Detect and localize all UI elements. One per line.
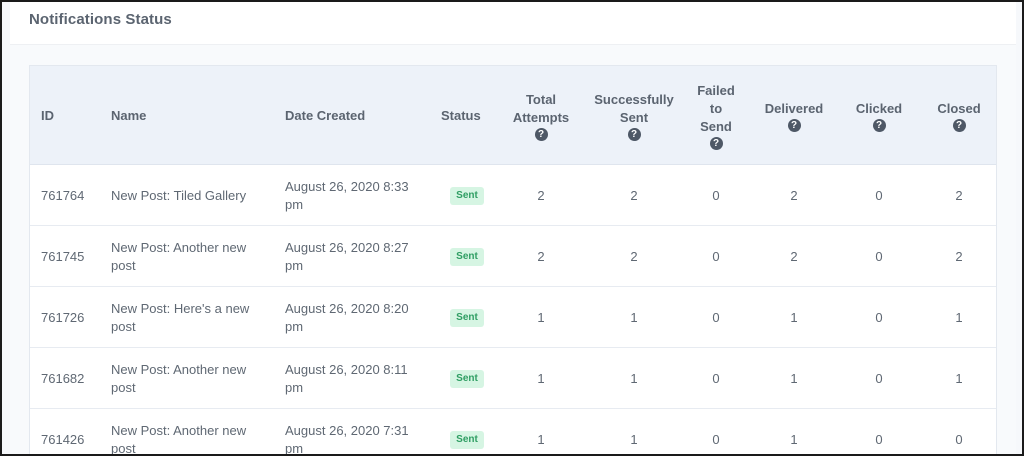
cell-name[interactable]: New Post: Another new post [111, 348, 271, 409]
cell-closed: 0 [955, 431, 963, 447]
cell-successfully-sent: 1 [630, 309, 638, 325]
cell-name[interactable]: New Post: Tiled Gallery [111, 165, 271, 226]
col-header-total-attempts[interactable]: Total Attempts ? [502, 66, 580, 165]
col-header-delivered[interactable]: Delivered ? [754, 66, 834, 165]
question-circle-icon[interactable]: ? [872, 118, 886, 132]
cell-clicked: 0 [875, 248, 883, 264]
question-circle-icon[interactable]: ? [709, 136, 723, 150]
panel-title: Notifications Status [29, 11, 172, 28]
cell-id: 761726 [41, 309, 85, 325]
question-circle-icon[interactable]: ? [787, 118, 801, 132]
table-row[interactable]: 761726 New Post: Here's a new post August… [30, 287, 996, 348]
cell-total-attempts: 1 [537, 309, 545, 325]
cell-status: Sent [441, 348, 493, 409]
cell-failed: 0 [712, 187, 720, 203]
cell-successfully-sent: 1 [630, 370, 638, 386]
cell-failed: 0 [712, 248, 720, 264]
col-header-date-created[interactable]: Date Created [285, 66, 435, 165]
cell-delivered: 1 [790, 431, 798, 447]
cell-total-attempts: 1 [537, 431, 545, 447]
status-badge: Sent [450, 247, 484, 266]
col-header-successfully-sent[interactable]: Successfully Sent ? [586, 66, 682, 165]
table-row[interactable]: 761745 New Post: Another new post August … [30, 226, 996, 287]
cell-name[interactable]: New Post: Another new post [111, 226, 271, 287]
cell-date: August 26, 2020 8:27 pm [285, 239, 409, 273]
cell-successfully-sent: 2 [630, 248, 638, 264]
cell-failed: 0 [712, 370, 720, 386]
cell-total-attempts: 2 [537, 187, 545, 203]
table-row[interactable]: 761682 New Post: Another new post August … [30, 348, 996, 409]
status-badge: Sent [450, 369, 484, 388]
col-header-closed[interactable]: Closed ? [924, 66, 994, 165]
panel-body: ID Name Date Created Status Total Attemp… [10, 45, 1016, 456]
question-circle-icon[interactable]: ? [952, 118, 966, 132]
cell-date: August 26, 2020 8:33 pm [285, 178, 409, 212]
notifications-status-panel: Notifications Status ID Name Date Create… [10, 0, 1016, 456]
status-badge: Sent [450, 186, 484, 205]
cell-closed: 2 [955, 187, 963, 203]
cell-status: Sent [441, 409, 493, 456]
cell-status: Sent [441, 226, 493, 287]
cell-failed: 0 [712, 309, 720, 325]
question-circle-icon[interactable]: ? [627, 127, 641, 141]
cell-successfully-sent: 1 [630, 431, 638, 447]
table-row[interactable]: 761764 New Post: Tiled Gallery August 26… [30, 165, 996, 226]
cell-date: August 26, 2020 7:31 pm [285, 422, 409, 456]
notifications-table: ID Name Date Created Status Total Attemp… [29, 65, 997, 456]
cell-id: 761682 [41, 370, 85, 386]
cell-delivered: 2 [790, 187, 798, 203]
cell-name[interactable]: New Post: Here's a new post [111, 287, 271, 348]
status-badge: Sent [450, 308, 484, 327]
cell-closed: 1 [955, 309, 963, 325]
col-header-id[interactable]: ID [41, 66, 101, 165]
cell-clicked: 0 [875, 187, 883, 203]
question-circle-icon[interactable]: ? [534, 127, 548, 141]
col-header-status[interactable]: Status [441, 66, 493, 165]
panel-header: Notifications Status [10, 0, 1016, 45]
cell-closed: 1 [955, 370, 963, 386]
cell-clicked: 0 [875, 309, 883, 325]
cell-status: Sent [441, 287, 493, 348]
table-row[interactable]: 761426 New Post: Another new post August … [30, 409, 996, 456]
cell-delivered: 2 [790, 248, 798, 264]
cell-id: 761426 [41, 431, 85, 447]
cell-failed: 0 [712, 431, 720, 447]
cell-id: 761745 [41, 248, 85, 264]
cell-total-attempts: 2 [537, 248, 545, 264]
table-header: ID Name Date Created Status Total Attemp… [30, 66, 996, 165]
cell-clicked: 0 [875, 370, 883, 386]
cell-name[interactable]: New Post: Another new post [111, 409, 271, 456]
cell-delivered: 1 [790, 370, 798, 386]
col-header-failed-to-send[interactable]: Failed to Send ? [686, 66, 746, 165]
cell-date: August 26, 2020 8:20 pm [285, 300, 409, 334]
cell-delivered: 1 [790, 309, 798, 325]
cell-date: August 26, 2020 8:11 pm [285, 361, 408, 395]
cell-clicked: 0 [875, 431, 883, 447]
col-header-name[interactable]: Name [111, 66, 271, 165]
status-badge: Sent [450, 430, 484, 449]
cell-successfully-sent: 2 [630, 187, 638, 203]
cell-status: Sent [441, 165, 493, 226]
col-header-clicked[interactable]: Clicked ? [844, 66, 914, 165]
cell-closed: 2 [955, 248, 963, 264]
cell-total-attempts: 1 [537, 370, 545, 386]
cell-id: 761764 [41, 187, 85, 203]
